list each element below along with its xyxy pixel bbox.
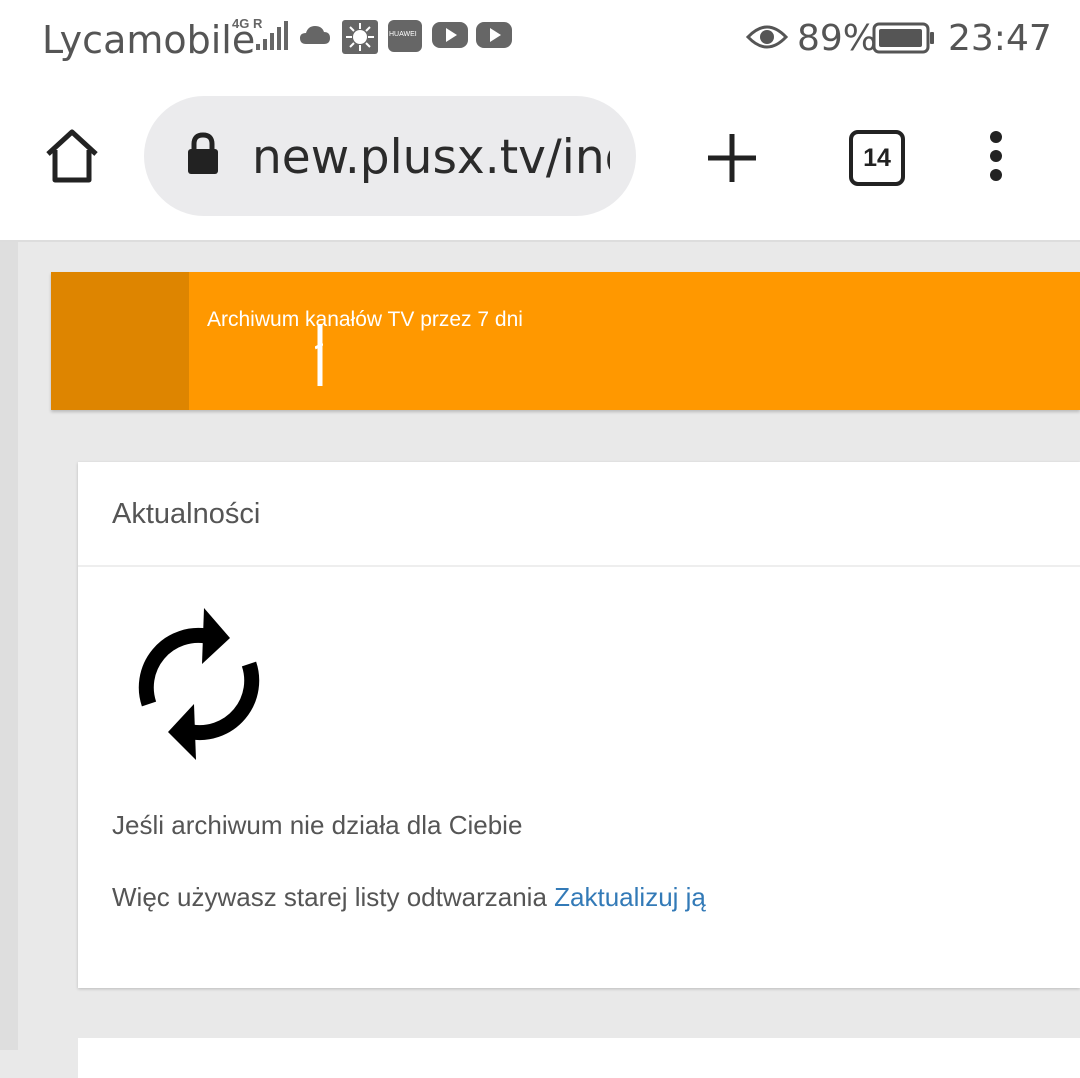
page-left-edge	[0, 242, 18, 1050]
playlist-info-label: Więc używasz starej listy odtwarzania	[112, 882, 547, 912]
battery-percent: 89%	[797, 18, 878, 59]
huawei-appgallery-icon: HUAWEI	[388, 20, 422, 52]
next-card	[78, 1038, 1080, 1078]
refresh-icon	[138, 608, 260, 760]
playlist-info-text: Więc używasz starej listy odtwarzania Za…	[112, 882, 706, 913]
browser-toolbar: new.plusx.tv/index 14	[0, 80, 1080, 242]
youtube-icon	[476, 22, 512, 48]
archive-info-text: Jeśli archiwum nie działa dla Ciebie	[112, 810, 523, 840]
banner-text: Archiwum kanałów TV przez 7 dni	[207, 308, 523, 331]
carrier-name: Lycamobile	[42, 18, 256, 62]
home-icon[interactable]	[44, 128, 100, 184]
signal-strength-icon	[256, 21, 288, 50]
tab-switcher-button[interactable]: 14	[849, 130, 905, 186]
new-tab-icon[interactable]	[706, 132, 758, 184]
lock-icon	[188, 132, 218, 174]
news-card: Aktualności Jeśli archiwum nie działa dl…	[78, 462, 1080, 988]
web-page-content: Archiwum kanałów TV przez 7 dni Aktualno…	[0, 242, 1080, 1078]
address-bar[interactable]: new.plusx.tv/index	[144, 96, 636, 216]
news-card-title: Aktualności	[112, 498, 261, 530]
clock: 23:47	[948, 18, 1052, 59]
news-card-header: Aktualności	[78, 462, 1080, 567]
tab-count: 14	[863, 144, 891, 172]
status-bar: Lycamobile 4G R HUAWEI 89% 23:47	[0, 0, 1080, 80]
text-cursor-icon	[315, 324, 323, 386]
eye-comfort-icon	[746, 25, 788, 49]
battery-icon	[872, 22, 934, 54]
url-text[interactable]: new.plusx.tv/index	[252, 130, 610, 185]
more-options-icon[interactable]	[985, 130, 1007, 182]
cloud-icon	[300, 26, 330, 44]
weather-icon	[342, 20, 378, 54]
archive-banner[interactable]: Archiwum kanałów TV przez 7 dni	[51, 272, 1080, 410]
youtube-icon	[432, 22, 468, 48]
update-playlist-link[interactable]: Zaktualizuj ją	[554, 882, 706, 912]
banner-icon-area	[51, 272, 189, 410]
